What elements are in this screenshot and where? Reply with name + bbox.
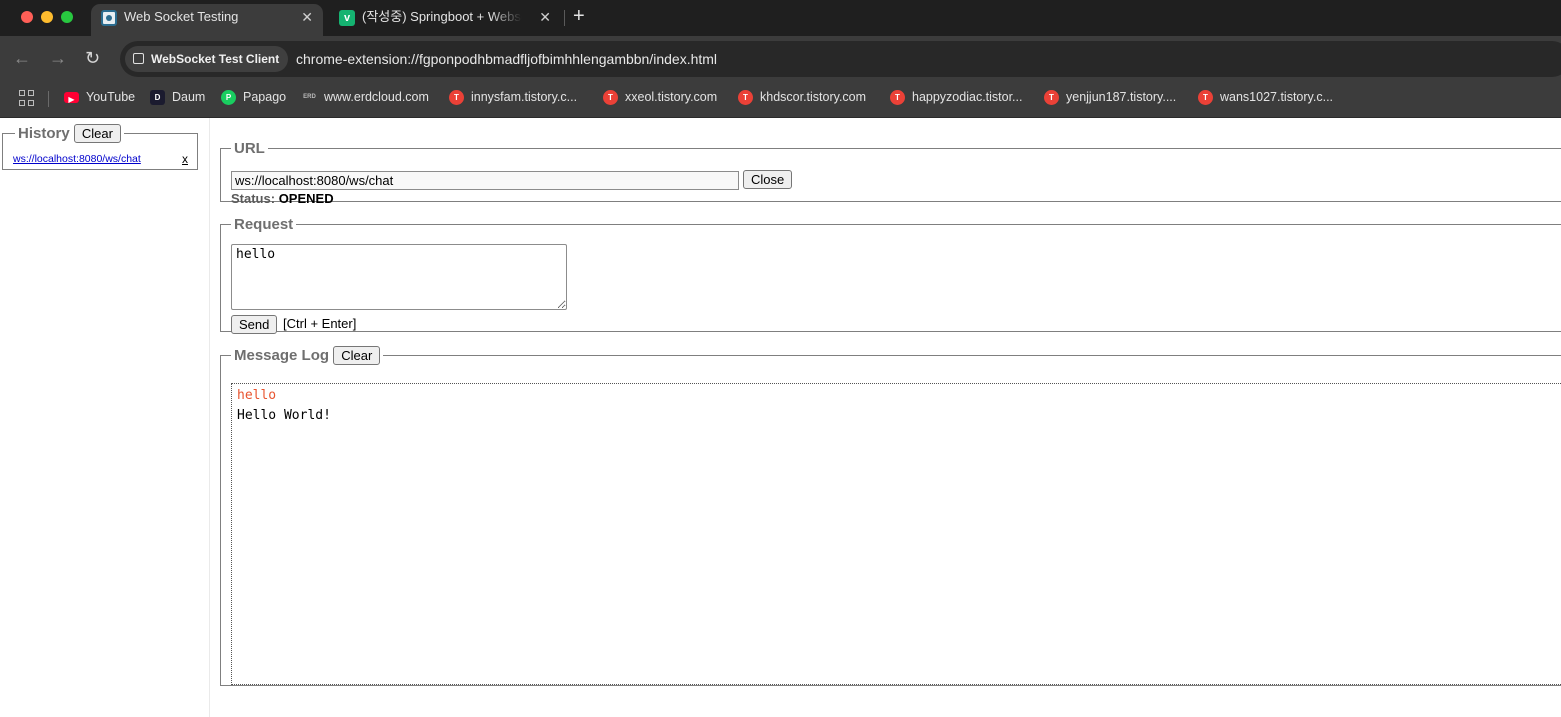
erd-icon: ERD (303, 94, 316, 100)
address-url[interactable]: chrome-extension://fgponpodhbmadfljofbim… (296, 41, 717, 77)
message-log-title: Message Log (234, 347, 330, 364)
request-legend: Request (234, 216, 294, 233)
site-chip-label: WebSocket Test Client (151, 52, 280, 66)
sent-message: hello (237, 388, 277, 403)
request-fieldset: Request hello Send [Ctrl + Enter] (220, 216, 1561, 334)
history-legend: History Clear (15, 124, 124, 143)
tistory-icon: T (603, 90, 618, 105)
bookmarks-bar: ▶ YouTube D Daum P Papago ERD www.erdclo… (0, 82, 1561, 118)
url-legend: URL (234, 140, 265, 157)
papago-icon: P (221, 90, 236, 105)
bookmark-label: wans1027.tistory.c... (1220, 90, 1334, 104)
daum-icon: D (150, 90, 165, 105)
tistory-icon: T (1198, 90, 1213, 105)
message-log-clear-button[interactable]: Clear (333, 346, 381, 365)
bookmark-label: innysfam.tistory.c... (471, 90, 578, 104)
tab-close-icon[interactable]: ✕ (539, 4, 551, 30)
youtube-icon: ▶ (64, 92, 79, 104)
bookmark-label: Daum (172, 90, 206, 104)
message-log-area[interactable]: hello Hello World! (231, 383, 1561, 685)
history-item-link[interactable]: ws://localhost:8080/ws/chat (13, 153, 141, 165)
websocket-url-input[interactable] (231, 171, 739, 190)
history-fieldset: History Clear ws://localhost:8080/ws/cha… (2, 124, 198, 170)
bookmark-label: xxeol.tistory.com (625, 90, 718, 104)
bookmark-label: yenjjun187.tistory.... (1066, 90, 1177, 104)
tistory-icon: T (449, 90, 464, 105)
bookmark-label: YouTube (86, 90, 136, 104)
tistory-icon: T (738, 90, 753, 105)
extension-puzzle-icon (133, 53, 144, 64)
forward-arrow-icon[interactable]: → (49, 47, 67, 69)
tab-separator (564, 10, 565, 26)
velog-icon: v (339, 10, 355, 26)
tab-title: (작성중) Springboot + Websocket (362, 9, 522, 24)
history-clear-button[interactable]: Clear (73, 124, 121, 143)
tistory-icon: T (890, 90, 905, 105)
new-tab-button[interactable]: + (573, 2, 585, 30)
history-item-remove[interactable]: x (182, 152, 188, 166)
window-zoom-button[interactable] (61, 11, 73, 23)
history-title: History (18, 125, 70, 142)
status-label: Status: (231, 191, 276, 206)
browser-toolbar: ← → ↻ WebSocket Test Client chrome-exten… (0, 36, 1561, 82)
connection-status: Status: OPENED (231, 191, 334, 206)
reload-icon[interactable]: ↻ (85, 47, 100, 69)
window-close-button[interactable] (21, 11, 33, 23)
send-button[interactable]: Send (231, 315, 278, 334)
back-arrow-icon[interactable]: ← (13, 47, 31, 69)
received-message: Hello World! (237, 408, 331, 423)
tab-strip: Web Socket Testing ✕ v (작성중) Springboot … (0, 0, 1561, 36)
close-connection-button[interactable]: Close (743, 170, 793, 189)
tab-web-socket-testing[interactable]: Web Socket Testing ✕ (91, 4, 323, 36)
url-fieldset: URL Close Status: OPENED (220, 140, 1561, 206)
apps-grid-icon[interactable] (19, 90, 35, 106)
request-textarea[interactable]: hello (231, 244, 567, 310)
address-bar[interactable]: WebSocket Test Client chrome-extension:/… (120, 41, 1561, 77)
history-panel: History Clear ws://localhost:8080/ws/cha… (0, 118, 210, 717)
window-minimize-button[interactable] (41, 11, 53, 23)
status-value: OPENED (278, 191, 334, 206)
tab-springboot-websocket[interactable]: v (작성중) Springboot + Websocket ✕ (329, 4, 561, 36)
message-log-legend: Message Log Clear (231, 346, 383, 365)
message-log-fieldset: Message Log Clear hello Hello World! (220, 346, 1561, 686)
bookmarks-separator (48, 91, 49, 107)
tab-title: Web Socket Testing (124, 9, 239, 24)
send-shortcut-hint: [Ctrl + Enter] (283, 316, 357, 331)
site-info-chip[interactable]: WebSocket Test Client (125, 46, 289, 72)
websocket-icon (101, 10, 117, 26)
bookmark-label: khdscor.tistory.com (760, 90, 867, 104)
tab-close-icon[interactable]: ✕ (301, 4, 313, 30)
bookmark-label: www.erdcloud.com (324, 90, 429, 104)
tistory-icon: T (1044, 90, 1059, 105)
bookmark-label: happyzodiac.tistor... (912, 90, 1023, 104)
bookmark-label: Papago (243, 90, 287, 104)
